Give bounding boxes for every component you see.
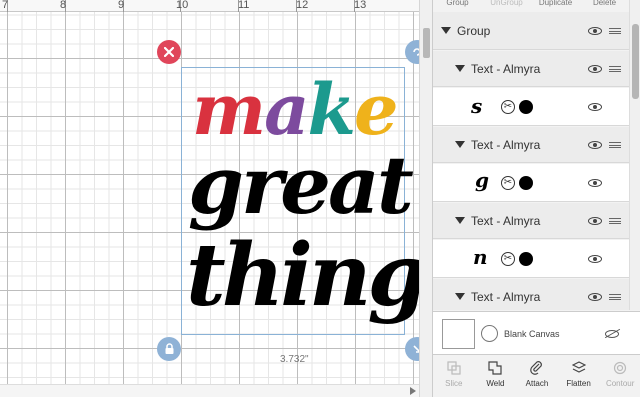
delete-button[interactable]: Delete [580, 0, 629, 10]
attach-button[interactable]: Attach [516, 356, 558, 397]
layer-text-row[interactable]: Text - Almyra [433, 51, 629, 87]
collapse-caret-icon[interactable] [441, 27, 451, 34]
flatten-button[interactable]: Flatten [558, 356, 600, 397]
flatten-icon [571, 361, 587, 375]
color-swatch[interactable] [519, 100, 533, 114]
layer-text-row[interactable]: Text - Almyra [433, 279, 629, 310]
layer-group-row[interactable]: Group [433, 12, 629, 50]
layers-toolbar: Group UnGroup Duplicate Delete [433, 0, 629, 10]
visibility-eye-icon[interactable] [588, 255, 602, 263]
attach-label: Attach [525, 379, 549, 388]
rotate-icon [413, 48, 419, 56]
duplicate-button[interactable]: Duplicate [531, 0, 580, 10]
layer-label: Text - Almyra [471, 289, 541, 304]
layer-label: Group [457, 23, 491, 38]
drag-handle-icon[interactable] [609, 218, 621, 224]
collapse-caret-icon[interactable] [455, 293, 465, 300]
ruler-mark: 7 [2, 0, 9, 11]
layer-label: Text - Almyra [471, 213, 541, 228]
weld-icon [487, 361, 503, 375]
ruler-mark: 8 [60, 0, 67, 11]
slice-button[interactable]: Slice [433, 356, 475, 397]
weld-label: Weld [486, 379, 505, 388]
layers-scroll-thumb[interactable] [632, 24, 639, 99]
layers-panel: Group UnGroup Duplicate Delete Group Tex… [432, 0, 640, 397]
blank-canvas-row[interactable]: Blank Canvas [433, 311, 640, 355]
drag-handle-icon[interactable] [609, 66, 621, 72]
layers-scrollbar[interactable] [629, 0, 640, 310]
artwork-line-great[interactable]: great [188, 138, 414, 232]
ungroup-button[interactable]: UnGroup [482, 0, 531, 10]
visibility-eye-icon[interactable] [588, 27, 602, 35]
collapse-caret-icon[interactable] [455, 217, 465, 224]
ruler-mark: 11 [238, 0, 250, 11]
contour-button[interactable]: Contour [599, 356, 640, 397]
top-ruler: 7 8 9 10 11 12 13 [0, 0, 419, 12]
bottom-toolbar: Slice Weld Attach Flatten Contour [433, 356, 640, 397]
visibility-eye-icon[interactable] [588, 103, 602, 111]
cut-operation-icon[interactable]: ✂ [501, 100, 515, 114]
layer-thumbnail: g [475, 168, 489, 192]
drag-handle-icon[interactable] [609, 28, 621, 34]
delete-handle[interactable] [157, 40, 181, 64]
collapse-caret-icon[interactable] [455, 65, 465, 72]
layer-text-row[interactable]: Text - Almyra [433, 127, 629, 163]
ruler-mark: 9 [118, 0, 125, 11]
layer-label: Text - Almyra [471, 137, 541, 152]
artwork-line-things[interactable]: things [186, 225, 419, 326]
width-readout: 3.732" [280, 354, 309, 365]
resize-arrow-icon [413, 345, 419, 353]
weld-button[interactable]: Weld [475, 356, 517, 397]
rotate-handle[interactable] [405, 40, 419, 64]
visibility-off-icon[interactable] [605, 330, 619, 338]
flatten-label: Flatten [566, 379, 591, 388]
lock-proportions-handle[interactable] [157, 337, 181, 361]
color-swatch[interactable] [519, 176, 533, 190]
scroll-right-arrow-icon[interactable] [410, 387, 416, 395]
slice-icon [446, 361, 462, 375]
resize-handle[interactable] [405, 337, 419, 361]
color-swatch[interactable] [519, 252, 533, 266]
layers-list: Group Text - Almyra s ✂ Text - Almyra g … [433, 12, 629, 310]
visibility-eye-icon[interactable] [588, 217, 602, 225]
ruler-mark: 12 [296, 0, 309, 11]
canvas-color-circle[interactable] [481, 325, 498, 342]
blank-canvas-label: Blank Canvas [504, 329, 560, 339]
design-canvas[interactable]: 7 8 9 10 11 12 13 make great things 3.73… [0, 0, 419, 397]
canvas-swatch[interactable] [442, 319, 475, 349]
drag-handle-icon[interactable] [609, 294, 621, 300]
close-icon [164, 47, 174, 57]
ruler-mark: 13 [354, 0, 367, 11]
paperclip-icon [529, 361, 545, 375]
visibility-eye-icon[interactable] [588, 293, 602, 301]
design-space: 7 8 9 10 11 12 13 make great things 3.73… [0, 0, 640, 400]
contour-icon [612, 361, 628, 375]
layer-text-row[interactable]: Text - Almyra [433, 203, 629, 239]
collapse-caret-icon[interactable] [455, 141, 465, 148]
cut-operation-icon[interactable]: ✂ [501, 176, 515, 190]
layer-item-row[interactable]: n ✂ [433, 240, 629, 278]
visibility-eye-icon[interactable] [588, 179, 602, 187]
slice-label: Slice [445, 379, 463, 388]
layer-item-row[interactable]: g ✂ [433, 164, 629, 202]
drag-handle-icon[interactable] [609, 142, 621, 148]
layer-item-row[interactable]: s ✂ [433, 88, 629, 126]
canvas-horizontal-scrollbar[interactable] [0, 384, 419, 397]
group-button[interactable]: Group [433, 0, 482, 10]
visibility-eye-icon[interactable] [588, 141, 602, 149]
layer-thumbnail: s [471, 94, 483, 118]
visibility-eye-icon[interactable] [588, 65, 602, 73]
canvas-scroll-thumb[interactable] [423, 28, 430, 58]
lock-icon [165, 343, 173, 354]
cut-operation-icon[interactable]: ✂ [501, 252, 515, 266]
ruler-mark: 10 [176, 0, 189, 11]
layer-thumbnail: n [473, 245, 488, 269]
contour-label: Contour [605, 379, 635, 388]
canvas-vertical-scrollbar[interactable] [419, 0, 432, 397]
layer-label: Text - Almyra [471, 61, 541, 76]
